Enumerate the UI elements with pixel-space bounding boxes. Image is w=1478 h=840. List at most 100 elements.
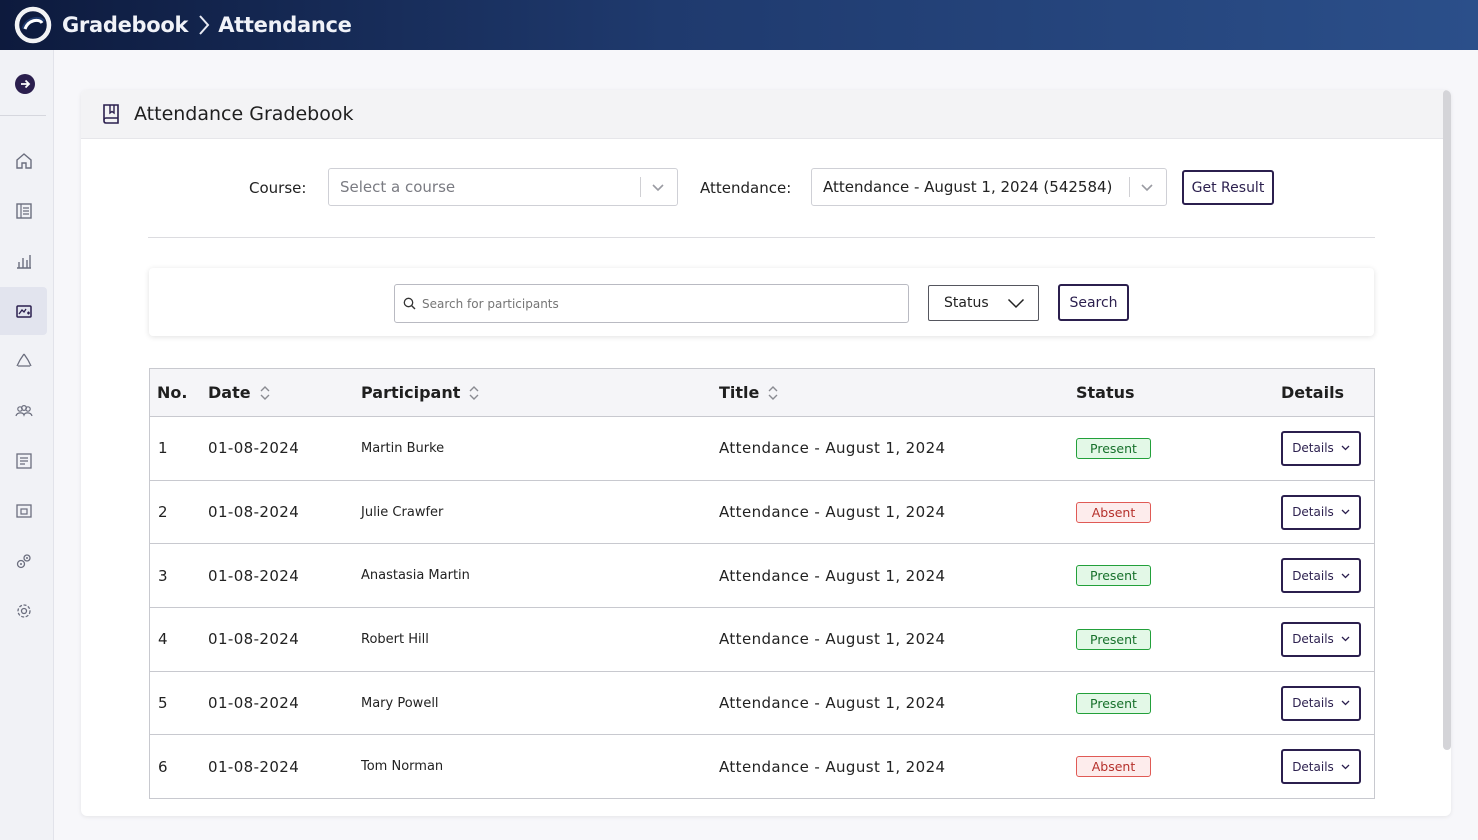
- sidebar-item-integrations[interactable]: [0, 537, 47, 585]
- status-dropdown[interactable]: Status: [928, 285, 1039, 321]
- divider: [148, 237, 1375, 238]
- select-separator: [640, 177, 641, 197]
- chevron-down-icon: [1341, 764, 1350, 770]
- search-panel: Status Search: [149, 268, 1374, 336]
- cell-participant: Martin Burke: [361, 440, 445, 456]
- table-row: 3 01-08-2024 Anastasia Martin Attendance…: [150, 544, 1374, 609]
- sidebar-item-list[interactable]: [0, 437, 47, 485]
- details-button-label: Details: [1292, 568, 1334, 583]
- table-row: 6 01-08-2024 Tom Norman Attendance - Aug…: [150, 735, 1374, 800]
- sidebar-item-home[interactable]: [0, 137, 47, 185]
- search-input[interactable]: [422, 296, 902, 311]
- table-body: 1 01-08-2024 Martin Burke Attendance - A…: [150, 417, 1374, 800]
- table-row: 2 01-08-2024 Julie Crawfer Attendance - …: [150, 481, 1374, 545]
- scrollbar[interactable]: [1443, 90, 1451, 750]
- column-header-details: Details: [1281, 383, 1345, 402]
- cell-details: Details: [1281, 417, 1361, 480]
- attendance-table: No. Date Participant Title Status Detail…: [149, 368, 1375, 800]
- chevron-down-icon: [1140, 183, 1166, 192]
- status-badge: Present: [1076, 692, 1151, 714]
- cell-no: 3: [158, 566, 168, 585]
- cell-date: 01-08-2024: [208, 757, 300, 776]
- cell-date: 01-08-2024: [208, 439, 300, 458]
- status-badge: Present: [1076, 565, 1151, 587]
- sidebar: [0, 50, 54, 840]
- status-dropdown-label: Status: [944, 295, 989, 311]
- cell-participant: Anastasia Martin: [361, 568, 470, 584]
- cell-title: Attendance - August 1, 2024: [719, 757, 946, 776]
- sidebar-item-settings[interactable]: [0, 587, 47, 635]
- course-select[interactable]: Select a course: [328, 168, 678, 206]
- cell-status: Present: [1076, 608, 1151, 671]
- details-button[interactable]: Details: [1281, 621, 1361, 657]
- sort-icon[interactable]: [468, 384, 480, 402]
- cell-date: 01-08-2024: [208, 694, 300, 713]
- status-badge: Absent: [1076, 501, 1151, 523]
- details-button[interactable]: Details: [1281, 494, 1361, 530]
- cell-title: Attendance - August 1, 2024: [719, 503, 946, 522]
- details-button-label: Details: [1292, 632, 1334, 647]
- bar-chart-icon: [16, 255, 31, 269]
- cell-details: Details: [1281, 481, 1361, 544]
- gradebook-card: Attendance Gradebook Course: Select a co…: [81, 90, 1451, 816]
- column-header-title[interactable]: Title: [719, 383, 779, 402]
- book-icon: [15, 203, 32, 219]
- details-button-label: Details: [1292, 696, 1334, 711]
- cell-status: Absent: [1076, 735, 1151, 798]
- column-header-date[interactable]: Date: [208, 383, 271, 402]
- chevron-right-icon: [198, 14, 210, 36]
- cell-no: 2: [158, 503, 168, 522]
- chevron-down-icon: [1341, 636, 1350, 642]
- column-header-date-label: Date: [208, 383, 251, 402]
- table-row: 4 01-08-2024 Robert Hill Attendance - Au…: [150, 608, 1374, 672]
- cell-title: Attendance - August 1, 2024: [719, 439, 946, 458]
- cell-title: Attendance - August 1, 2024: [719, 566, 946, 585]
- sidebar-divider: [0, 115, 46, 116]
- sidebar-item-recycle[interactable]: [0, 337, 47, 385]
- cell-participant: Julie Crawfer: [361, 504, 444, 520]
- chevron-down-icon: [1341, 573, 1350, 579]
- details-button-label: Details: [1292, 441, 1334, 456]
- table-row: 5 01-08-2024 Mary Powell Attendance - Au…: [150, 672, 1374, 736]
- settings-icon: [16, 604, 31, 618]
- calendar-icon: [15, 504, 32, 518]
- sort-icon[interactable]: [767, 384, 779, 402]
- app-logo-icon[interactable]: [12, 4, 54, 46]
- sidebar-expand-button[interactable]: [15, 74, 35, 94]
- search-button[interactable]: Search: [1058, 284, 1129, 321]
- sidebar-item-users[interactable]: [0, 387, 47, 435]
- cell-status: Present: [1076, 544, 1151, 607]
- details-button[interactable]: Details: [1281, 558, 1361, 594]
- status-badge: Absent: [1076, 756, 1151, 778]
- sidebar-item-gradebook[interactable]: [0, 287, 47, 335]
- cell-details: Details: [1281, 672, 1361, 735]
- details-button[interactable]: Details: [1281, 430, 1361, 466]
- cell-participant: Mary Powell: [361, 695, 439, 711]
- course-label: Course:: [249, 179, 307, 197]
- details-button-label: Details: [1292, 759, 1334, 774]
- chevron-down-icon: [1341, 445, 1350, 451]
- sidebar-item-courses[interactable]: [0, 187, 47, 235]
- table-row: 1 01-08-2024 Martin Burke Attendance - A…: [150, 417, 1374, 481]
- attendance-label: Attendance:: [700, 179, 792, 197]
- sidebar-item-reports[interactable]: [0, 237, 47, 285]
- sort-icon[interactable]: [259, 384, 271, 402]
- get-result-button[interactable]: Get Result: [1182, 170, 1274, 205]
- cell-title: Attendance - August 1, 2024: [719, 630, 946, 649]
- column-header-status: Status: [1076, 383, 1135, 402]
- details-button[interactable]: Details: [1281, 685, 1361, 721]
- card-header: Attendance Gradebook: [81, 90, 1451, 139]
- bookmark-book-icon: [103, 104, 119, 124]
- search-icon: [403, 297, 416, 310]
- cell-details: Details: [1281, 735, 1361, 798]
- users-icon: [14, 404, 33, 417]
- chevron-down-icon: [1341, 700, 1350, 706]
- breadcrumb-gradebook[interactable]: Gradebook: [62, 13, 189, 37]
- search-field[interactable]: [394, 284, 909, 323]
- cell-participant: Robert Hill: [361, 631, 429, 647]
- details-button[interactable]: Details: [1281, 749, 1361, 785]
- list-icon: [15, 453, 32, 469]
- attendance-select[interactable]: Attendance - August 1, 2024 (542584): [811, 168, 1167, 206]
- column-header-participant[interactable]: Participant: [361, 383, 480, 402]
- sidebar-item-calendar[interactable]: [0, 487, 47, 535]
